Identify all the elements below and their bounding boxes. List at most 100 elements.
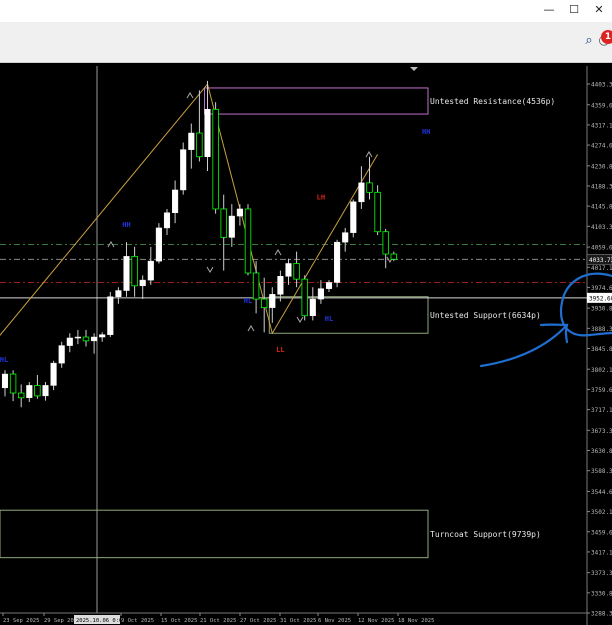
shift-marker-icon <box>410 67 418 71</box>
bull-candle <box>350 201 357 233</box>
bull-candle <box>236 208 243 217</box>
resistance-zone <box>204 87 429 115</box>
marked-price-label: 3952.60 <box>589 295 612 302</box>
maximize-button[interactable]: ☐ <box>563 2 585 18</box>
swing-label-hl: HL <box>325 315 333 323</box>
time-tick-label: 9 Oct 2025 <box>121 618 154 624</box>
close-button[interactable]: ✕ <box>588 2 610 18</box>
price-tick-label: 4359.60 <box>591 102 612 109</box>
bull-candle <box>42 385 49 397</box>
price-tick-label: 3417.10 <box>591 549 612 556</box>
minimize-button[interactable]: — <box>538 2 560 18</box>
swing-arrow-icon <box>206 266 214 273</box>
price-tick-label: 4317.10 <box>591 122 612 129</box>
bear-candle <box>244 208 252 274</box>
price-tick-label: 4188.35 <box>591 184 612 191</box>
bear-candle <box>301 278 308 317</box>
bull-candle <box>285 263 292 277</box>
swing-arrow-icon <box>274 249 282 256</box>
price-tick-label: 3330.85 <box>591 590 612 597</box>
resistance-zone-label: Untested Resistance(4536p) <box>430 97 555 106</box>
zigzag-layer <box>0 83 394 336</box>
bull-candle <box>155 227 162 262</box>
price-tick-label: 3502.10 <box>591 509 612 516</box>
bull-candle <box>325 282 333 289</box>
bull-candle <box>309 298 316 316</box>
swing-arrow-icon <box>365 151 373 158</box>
price-tick-label: 3630.85 <box>591 448 612 455</box>
bull-candle <box>58 345 65 364</box>
zones-layer: Untested Resistance(4536p) Untested Suppo… <box>0 87 555 559</box>
bull-candle <box>139 279 146 287</box>
price-tick-label: 3802.10 <box>591 367 612 374</box>
bull-candle <box>50 362 57 386</box>
bull-candle <box>66 337 73 346</box>
bull-candle <box>269 294 276 308</box>
chart-grid <box>0 66 588 625</box>
bull-candle <box>172 189 179 213</box>
window-title-bar: — ☐ ✕ <box>0 0 612 22</box>
time-axis: 23 Sep 2025 29 Sep 20252025.10.06 0:009 O… <box>2 613 434 624</box>
bear-candle <box>252 272 260 300</box>
bear-candle <box>366 182 373 193</box>
price-tick-label: 3544.60 <box>591 489 612 496</box>
bear-candle <box>82 336 90 342</box>
bear-candle <box>34 385 41 397</box>
price-tick-label: 3373.35 <box>591 570 612 577</box>
bear-candle <box>382 231 389 255</box>
time-tick-label: 12 Nov 2025 <box>358 618 394 624</box>
time-tick-label: 18 Nov 2025 <box>398 618 434 624</box>
bull-candle <box>26 385 33 399</box>
bull-candle <box>277 276 284 295</box>
bull-candle <box>180 149 187 191</box>
support-zone-label: Untested Support(6634p) <box>430 311 541 320</box>
swing-label-hh: HH <box>122 221 130 229</box>
price-tick-label: 3588.35 <box>591 468 612 475</box>
bull-candle <box>228 215 235 238</box>
bear-candle <box>260 298 268 309</box>
price-tick-label: 4017.10 <box>591 265 612 272</box>
support-zone <box>268 296 429 334</box>
price-tick-label: 3974.60 <box>591 285 612 292</box>
time-tick-label: 21 Oct 2025 <box>200 618 236 624</box>
price-tick-label: 3673.35 <box>591 428 612 435</box>
current-price-label: 4033.73 <box>589 257 612 264</box>
time-tick-label: 27 Oct 2025 <box>240 618 276 624</box>
turncoat-support-zone <box>0 509 429 559</box>
crosshair-time-label: 2025.10.06 0:00 <box>76 618 126 624</box>
bull-candle <box>342 232 349 243</box>
price-chart[interactable]: Untested Resistance(4536p) Untested Suppo… <box>0 62 612 625</box>
bull-candle <box>115 290 122 297</box>
bear-candle <box>17 392 25 399</box>
bear-candle <box>220 208 227 238</box>
price-tick-label: 4403.35 <box>591 82 612 89</box>
bull-candle <box>317 288 324 300</box>
price-tick-label: 3845.85 <box>591 346 612 353</box>
bear-candle <box>196 132 203 158</box>
bull-candle <box>358 182 365 203</box>
swing-arrow-icon <box>247 325 255 332</box>
price-tick-label: 4274.60 <box>591 143 612 150</box>
swing-arrow-icon <box>296 316 304 323</box>
swing-arrow-icon <box>186 92 194 99</box>
swing-label-hh: HH <box>422 128 430 136</box>
turncoat-support-zone-label: Turncoat Support(9739p) <box>430 530 541 539</box>
bull-candle <box>99 334 106 338</box>
price-tick-label: 3888.35 <box>591 326 612 333</box>
bull-candle <box>334 241 341 283</box>
bull-candle <box>147 260 154 281</box>
bear-candle <box>131 255 138 287</box>
bear-candle <box>9 373 17 394</box>
bull-candle <box>204 109 211 158</box>
bear-candle <box>212 108 219 210</box>
price-tick-label: 4230.85 <box>591 163 612 170</box>
price-tick-label: 3717.10 <box>591 407 612 414</box>
swing-label-lh: LH <box>317 193 325 201</box>
price-tick-label: 4145.85 <box>591 204 612 211</box>
bear-candle <box>293 263 300 280</box>
time-tick-label: 31 Oct 2025 <box>280 618 316 624</box>
bull-candle <box>74 336 81 339</box>
price-axis: 4403.35 4359.60 4317.10 4274.60 4230.85 4188.… <box>586 82 612 618</box>
time-tick-label: 6 Nov 2025 <box>318 618 351 624</box>
swing-label-ll: LL <box>276 346 284 354</box>
